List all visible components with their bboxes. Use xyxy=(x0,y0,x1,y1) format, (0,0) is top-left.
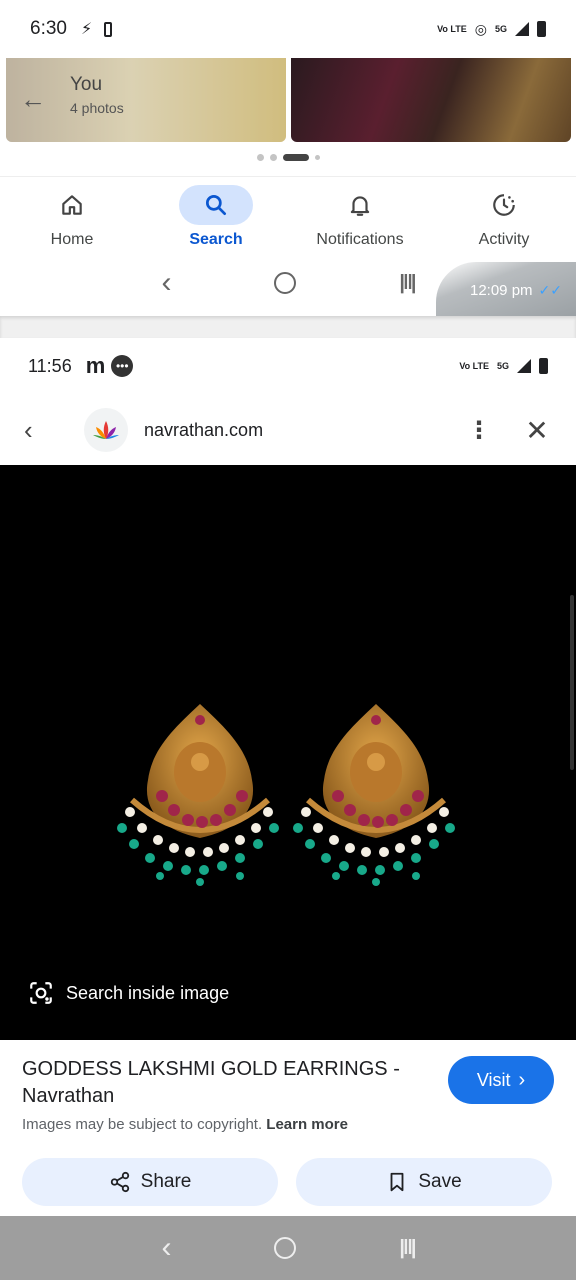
nav-home-label: Home xyxy=(50,231,94,248)
nav-notifications[interactable]: Notifications xyxy=(288,177,432,260)
page-dot xyxy=(256,154,264,161)
activity-icon xyxy=(493,194,515,216)
app-m-icon: m xyxy=(85,353,106,378)
battery-icon xyxy=(537,21,546,37)
status-bar-top: 6:30 ⚡ Vo LTE ◎ 5G xyxy=(0,0,576,58)
result-panel: GODDESS LAKSHMI GOLD EARRINGS - Navratha… xyxy=(0,1040,576,1216)
page-dot-active xyxy=(282,154,309,161)
search-inside-image-button[interactable]: Search inside image xyxy=(28,980,229,1006)
save-button[interactable]: Save xyxy=(296,1158,552,1206)
search-icon xyxy=(205,194,227,216)
learn-more-link[interactable]: Learn more xyxy=(266,1116,348,1133)
read-receipt-icon: ✓✓ xyxy=(538,281,562,298)
volte-icon: Vo LTE xyxy=(437,23,467,34)
album-thumbnail[interactable]: ← You 4 photos xyxy=(6,58,286,142)
bell-icon xyxy=(350,196,370,216)
album-subtitle: 4 photos xyxy=(70,100,124,116)
volte-icon: Vo LTE xyxy=(459,360,489,371)
status-time: 6:30 xyxy=(30,18,67,39)
page-dot xyxy=(269,154,277,161)
battery-saver-icon xyxy=(104,21,113,37)
save-label: Save xyxy=(418,1171,462,1192)
home-icon xyxy=(62,195,82,215)
system-navigation-bottom: ‹ |‖| xyxy=(0,1216,576,1280)
lens-icon xyxy=(30,982,52,1004)
signal-icon xyxy=(517,359,531,373)
system-back-icon[interactable]: ‹ xyxy=(161,266,171,300)
back-arrow-icon[interactable]: ← xyxy=(20,84,46,115)
battery-icon xyxy=(539,358,548,374)
result-title[interactable]: GODDESS LAKSHMI GOLD EARRINGS - Navratha… xyxy=(22,1056,422,1110)
copyright-text: Images may be subject to copyright. xyxy=(22,1116,263,1133)
charging-flash-icon: ⚡ xyxy=(80,21,93,38)
nav-notifications-label: Notifications xyxy=(316,231,404,248)
nav-search-label: Search xyxy=(189,231,243,248)
earring-left-image xyxy=(117,704,279,886)
more-options-icon[interactable]: ⋮ xyxy=(464,416,494,445)
visit-button[interactable]: Visit › xyxy=(448,1056,554,1104)
share-icon xyxy=(110,1171,129,1193)
share-button[interactable]: Share xyxy=(22,1158,278,1206)
photo-strip: ← You 4 photos xyxy=(0,58,576,146)
nav-search[interactable]: Search xyxy=(144,177,288,260)
system-home-icon[interactable] xyxy=(274,272,297,294)
network-type: 5G xyxy=(494,24,507,34)
page-indicator xyxy=(0,154,576,161)
chevron-right-icon: › xyxy=(518,1068,526,1091)
status-bar-bottom: 11:56 m ••• Vo LTE 5G xyxy=(0,338,576,394)
photo-thumbnail[interactable] xyxy=(291,58,571,142)
site-favicon-icon xyxy=(84,408,128,452)
site-name[interactable]: navrathan.com xyxy=(144,420,263,441)
system-recents-icon[interactable]: |‖| xyxy=(399,272,416,295)
bottom-navigation: Home Search Notifications Activity xyxy=(0,176,576,260)
signal-icon xyxy=(515,22,529,36)
lens-header: ‹ navrathan.com ⋮ ✕ xyxy=(0,394,576,466)
earring-right-image xyxy=(293,704,455,886)
nav-activity[interactable]: Activity xyxy=(432,177,576,260)
network-type: 5G xyxy=(496,361,509,371)
system-recents-icon[interactable]: |‖| xyxy=(399,1237,416,1260)
status-time: 11:56 xyxy=(28,355,72,376)
page-dot xyxy=(314,155,320,160)
album-title: You xyxy=(70,74,103,95)
chat-time: 12:09 pm xyxy=(469,281,533,299)
system-back-icon[interactable]: ‹ xyxy=(161,1231,171,1265)
search-inside-image-label: Search inside image xyxy=(66,982,230,1003)
message-icon: ••• xyxy=(111,355,134,377)
nav-home[interactable]: Home xyxy=(0,177,144,260)
scroll-indicator xyxy=(570,595,574,770)
visit-label: Visit xyxy=(476,1069,511,1090)
chat-timestamp: 12:09 pm ✓✓ xyxy=(436,262,576,318)
back-chevron-icon[interactable]: ‹ xyxy=(24,415,68,446)
bookmark-icon xyxy=(390,1172,404,1192)
system-home-icon[interactable] xyxy=(274,1237,297,1259)
nav-activity-label: Activity xyxy=(478,231,530,248)
close-icon[interactable]: ✕ xyxy=(522,414,552,447)
product-image[interactable]: Search inside image xyxy=(0,465,576,1040)
share-label: Share xyxy=(140,1171,192,1192)
divider xyxy=(0,316,576,338)
hotspot-icon: ◎ xyxy=(474,20,487,37)
copyright-notice: Images may be subject to copyright. Lear… xyxy=(22,1116,348,1133)
